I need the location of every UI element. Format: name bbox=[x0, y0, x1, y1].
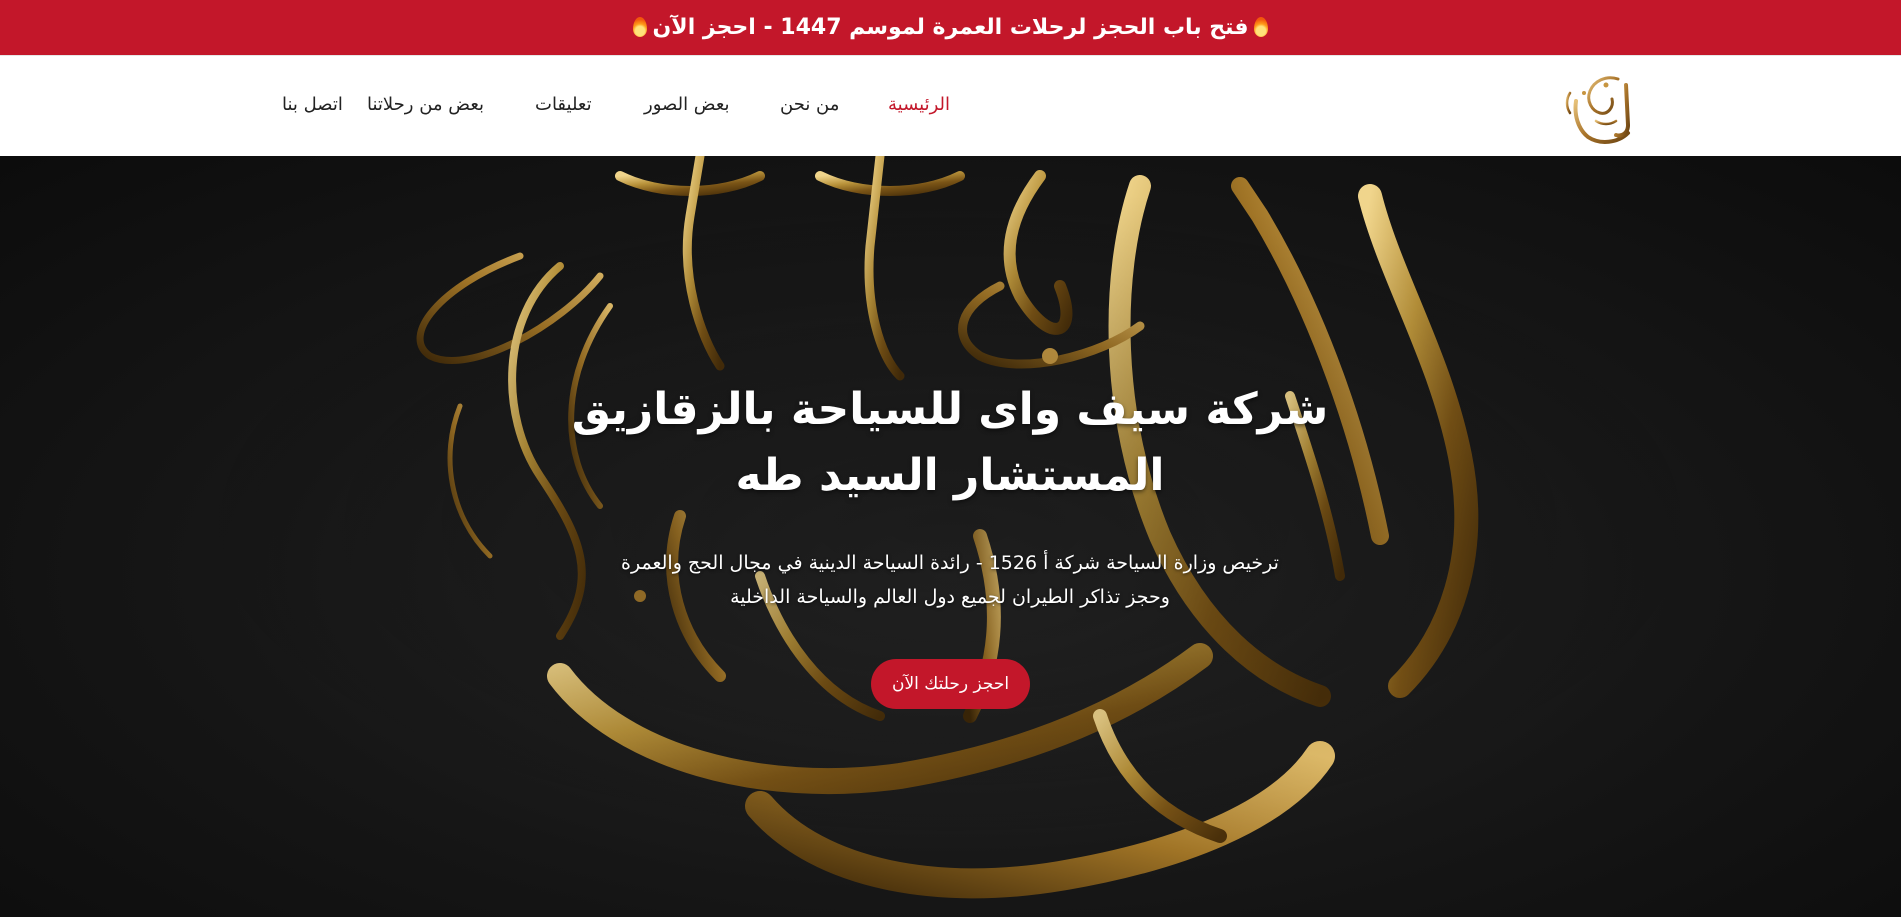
main-navbar: الرئيسية من نحن بعض الصور تعليقات بعض من… bbox=[0, 55, 1901, 156]
fire-icon bbox=[1254, 16, 1269, 37]
nav-item-gallery[interactable]: بعض الصور bbox=[644, 94, 730, 115]
hero-overlay bbox=[0, 156, 1901, 917]
nav-item-trips[interactable]: بعض من رحلاتنا bbox=[367, 94, 484, 115]
nav-item-about[interactable]: من نحن bbox=[780, 94, 839, 115]
announcement-bar: فتح باب الحجز لرحلات العمرة لموسم 1447 -… bbox=[0, 0, 1901, 55]
hero-subtitle-line1: ترخيص وزارة السياحة شركة أ 1526 - رائدة … bbox=[621, 552, 1279, 574]
hero-title-line2: المستشار السيد طه bbox=[735, 450, 1165, 501]
hero-title-line1: شركة سيف واى للسياحة بالزقازيق bbox=[571, 384, 1329, 435]
logo-calligraphy-icon[interactable] bbox=[1556, 71, 1646, 147]
nav-item-testimonials[interactable]: تعليقات bbox=[535, 94, 592, 115]
nav-item-contact[interactable]: اتصل بنا bbox=[282, 94, 343, 115]
fire-icon bbox=[632, 16, 647, 37]
nav-item-home[interactable]: الرئيسية bbox=[888, 94, 950, 115]
announcement-text: فتح باب الحجز لرحلات العمرة لموسم 1447 -… bbox=[652, 15, 1249, 40]
book-trip-button[interactable]: احجز رحلتك الآن bbox=[871, 659, 1030, 709]
hero-section: شركة سيف واى للسياحة بالزقازيق المستشار … bbox=[0, 156, 1901, 917]
hero-subtitle-line2: وحجز تذاكر الطيران لجميع دول العالم والس… bbox=[730, 586, 1170, 608]
